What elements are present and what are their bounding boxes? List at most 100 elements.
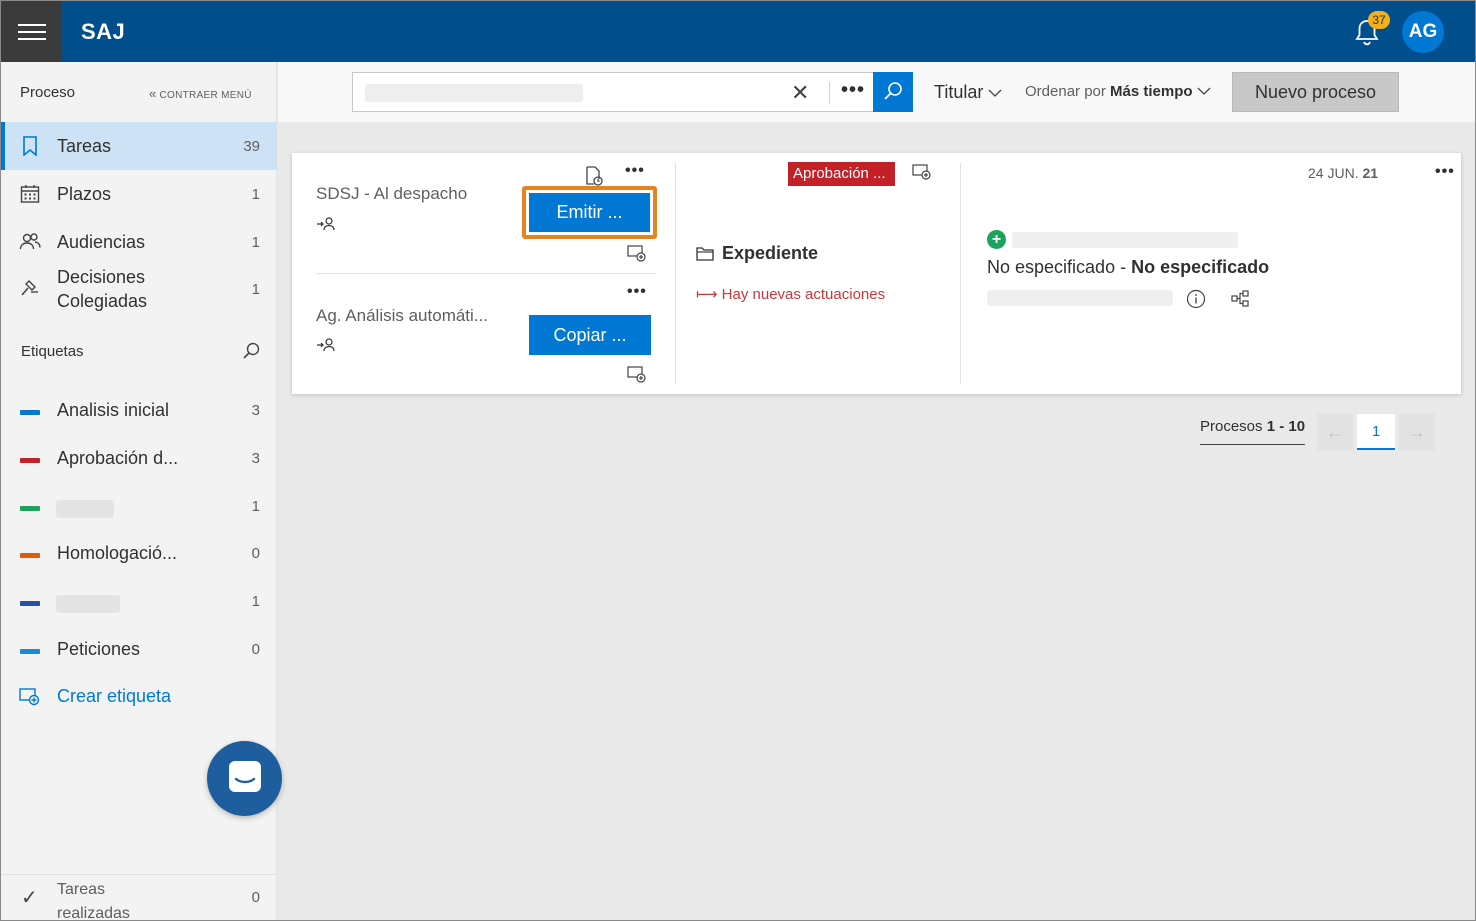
tag-label: Homologació... [57, 543, 178, 563]
page-number-button[interactable]: 1 [1357, 414, 1395, 450]
tag-label: Aprobación d... [57, 448, 179, 468]
checkmark-icon: ✓ [21, 887, 38, 909]
task-title[interactable]: Ag. Análisis automáti... [316, 306, 488, 326]
party-right: No especificado [1131, 257, 1270, 277]
redacted-tag-label [56, 500, 114, 518]
toolbar: ✕ ••• Titular Ordenar por Más tiempo Nue… [278, 62, 1475, 122]
previous-page-button[interactable]: ← [1317, 414, 1353, 450]
divider [675, 163, 676, 384]
task-more-button[interactable]: ••• [625, 162, 645, 180]
calendar-icon [19, 183, 41, 205]
hamburger-menu-button[interactable] [1, 1, 62, 62]
party-left: No especificado [987, 257, 1116, 277]
divider [316, 273, 656, 274]
create-tag-label: Crear etiqueta [57, 686, 172, 706]
close-icon[interactable]: ✕ [791, 80, 809, 106]
tag-count: 3 [251, 450, 260, 467]
new-actions-link[interactable]: ⟼ Hay nuevas actuaciones [696, 285, 885, 303]
search-icon [884, 82, 902, 100]
task-more-button[interactable]: ••• [627, 283, 647, 301]
tags-title: Etiquetas [21, 343, 84, 360]
tag-item[interactable]: Aprobación d... 3 [1, 440, 277, 480]
sidebar-item-label: Plazos [57, 184, 112, 204]
date-year: 21 [1362, 165, 1379, 181]
tag-count: 1 [251, 593, 260, 610]
tag-label: Analisis inicial [57, 400, 170, 420]
completed-tasks-count: 0 [251, 889, 260, 906]
completed-tasks-label: Tareas realizadas [57, 881, 130, 921]
sidebar-item-audiencias[interactable]: Audiencias 1 [1, 218, 277, 266]
emitir-button[interactable]: Emitir ... [529, 193, 650, 232]
sidebar-item-count: 1 [251, 233, 260, 251]
hierarchy-icon[interactable] [1231, 289, 1251, 309]
sidebar-title: Proceso [20, 84, 76, 101]
more-options-button[interactable]: ••• [841, 79, 865, 102]
chat-launcher-button[interactable] [207, 741, 282, 816]
avatar[interactable]: AG [1402, 11, 1444, 53]
tag-color-swatch [20, 601, 40, 606]
tag-item[interactable]: Analisis inicial 3 [1, 392, 277, 432]
search-icon[interactable] [241, 341, 261, 361]
tag-item[interactable]: Homologació... 0 [1, 535, 277, 575]
tag-label: Peticiones [57, 639, 141, 659]
tag-count: 3 [251, 402, 260, 419]
add-tag-icon[interactable] [627, 244, 647, 264]
tag-color-swatch [20, 649, 40, 654]
tag-count: 0 [251, 545, 260, 562]
add-tag-icon[interactable] [912, 163, 932, 183]
search-button[interactable] [873, 72, 913, 112]
tag-item[interactable]: 1 [1, 583, 277, 623]
notification-badge: 37 [1368, 11, 1390, 29]
arrow-right-icon: ⟼ [696, 286, 722, 303]
sidebar-item-decisiones-colegiadas[interactable]: Decisiones Colegiadas 1 [1, 264, 277, 314]
add-tag-icon[interactable] [627, 365, 647, 385]
gavel-icon [19, 278, 41, 300]
sort-prefix: Ordenar por [1025, 83, 1106, 100]
sidebar-item-tareas[interactable]: Tareas 39 [1, 122, 277, 170]
titular-filter-dropdown[interactable]: Titular [934, 82, 1002, 103]
sidebar-header: Proceso «CONTRAER MENÚ [1, 62, 277, 122]
next-page-button[interactable]: → [1399, 414, 1435, 450]
titular-filter-label: Titular [934, 82, 984, 102]
info-icon[interactable] [1186, 289, 1206, 309]
sort-value: Más tiempo [1110, 83, 1193, 100]
chevron-down-icon [1197, 87, 1211, 95]
tag-count: 0 [251, 641, 260, 658]
collapse-menu-label: CONTRAER MENÚ [159, 90, 252, 101]
new-actions-label: Hay nuevas actuaciones [721, 286, 886, 303]
chevron-down-icon [988, 89, 1002, 97]
bookmark-icon [19, 135, 41, 157]
sort-dropdown[interactable]: Ordenar por Más tiempo [1025, 83, 1211, 100]
assign-user-icon[interactable] [316, 337, 336, 353]
add-circle-icon[interactable]: + [987, 230, 1006, 249]
tags-section-header: Etiquetas [21, 341, 261, 361]
document-clock-icon[interactable] [584, 166, 604, 186]
collapse-menu-button[interactable]: «CONTRAER MENÚ [149, 86, 252, 101]
sidebar-item-count: 1 [251, 185, 260, 203]
copiar-button[interactable]: Copiar ... [529, 315, 651, 355]
tag-color-swatch [20, 458, 40, 463]
sidebar-item-plazos[interactable]: Plazos 1 [1, 170, 277, 218]
redacted-text [987, 290, 1173, 306]
add-tag-icon [19, 688, 40, 706]
divider [960, 163, 961, 384]
top-bar: SAJ 37 AG [1, 1, 1475, 62]
sidebar-item-label: Decisiones Colegiadas [57, 267, 148, 311]
double-chevron-left-icon: « [149, 86, 157, 101]
chat-icon [229, 761, 261, 792]
process-card[interactable]: ••• SDSJ - Al despacho Emitir ... ••• Ag… [292, 153, 1461, 394]
tag-item[interactable]: Peticiones 0 [1, 631, 277, 671]
expediente-link[interactable]: Expediente [722, 243, 818, 264]
process-date: 24 JUN. 21 [1308, 165, 1378, 181]
task-title[interactable]: SDSJ - Al despacho [316, 184, 467, 204]
card-more-button[interactable]: ••• [1435, 163, 1455, 181]
completed-tasks-item[interactable]: ✓ Tareas realizadas 0 [1, 874, 277, 921]
tag-item[interactable]: 1 [1, 488, 277, 528]
tag-badge[interactable]: Aprobación ... [788, 162, 895, 186]
assign-user-icon[interactable] [316, 216, 336, 232]
folder-icon [696, 247, 714, 261]
new-process-button[interactable]: Nuevo proceso [1232, 72, 1399, 112]
search-input[interactable]: ✕ ••• [352, 72, 874, 112]
pagination-label: Procesos 1 - 10 [1200, 418, 1305, 445]
create-tag-button[interactable]: Crear etiqueta [19, 686, 171, 711]
